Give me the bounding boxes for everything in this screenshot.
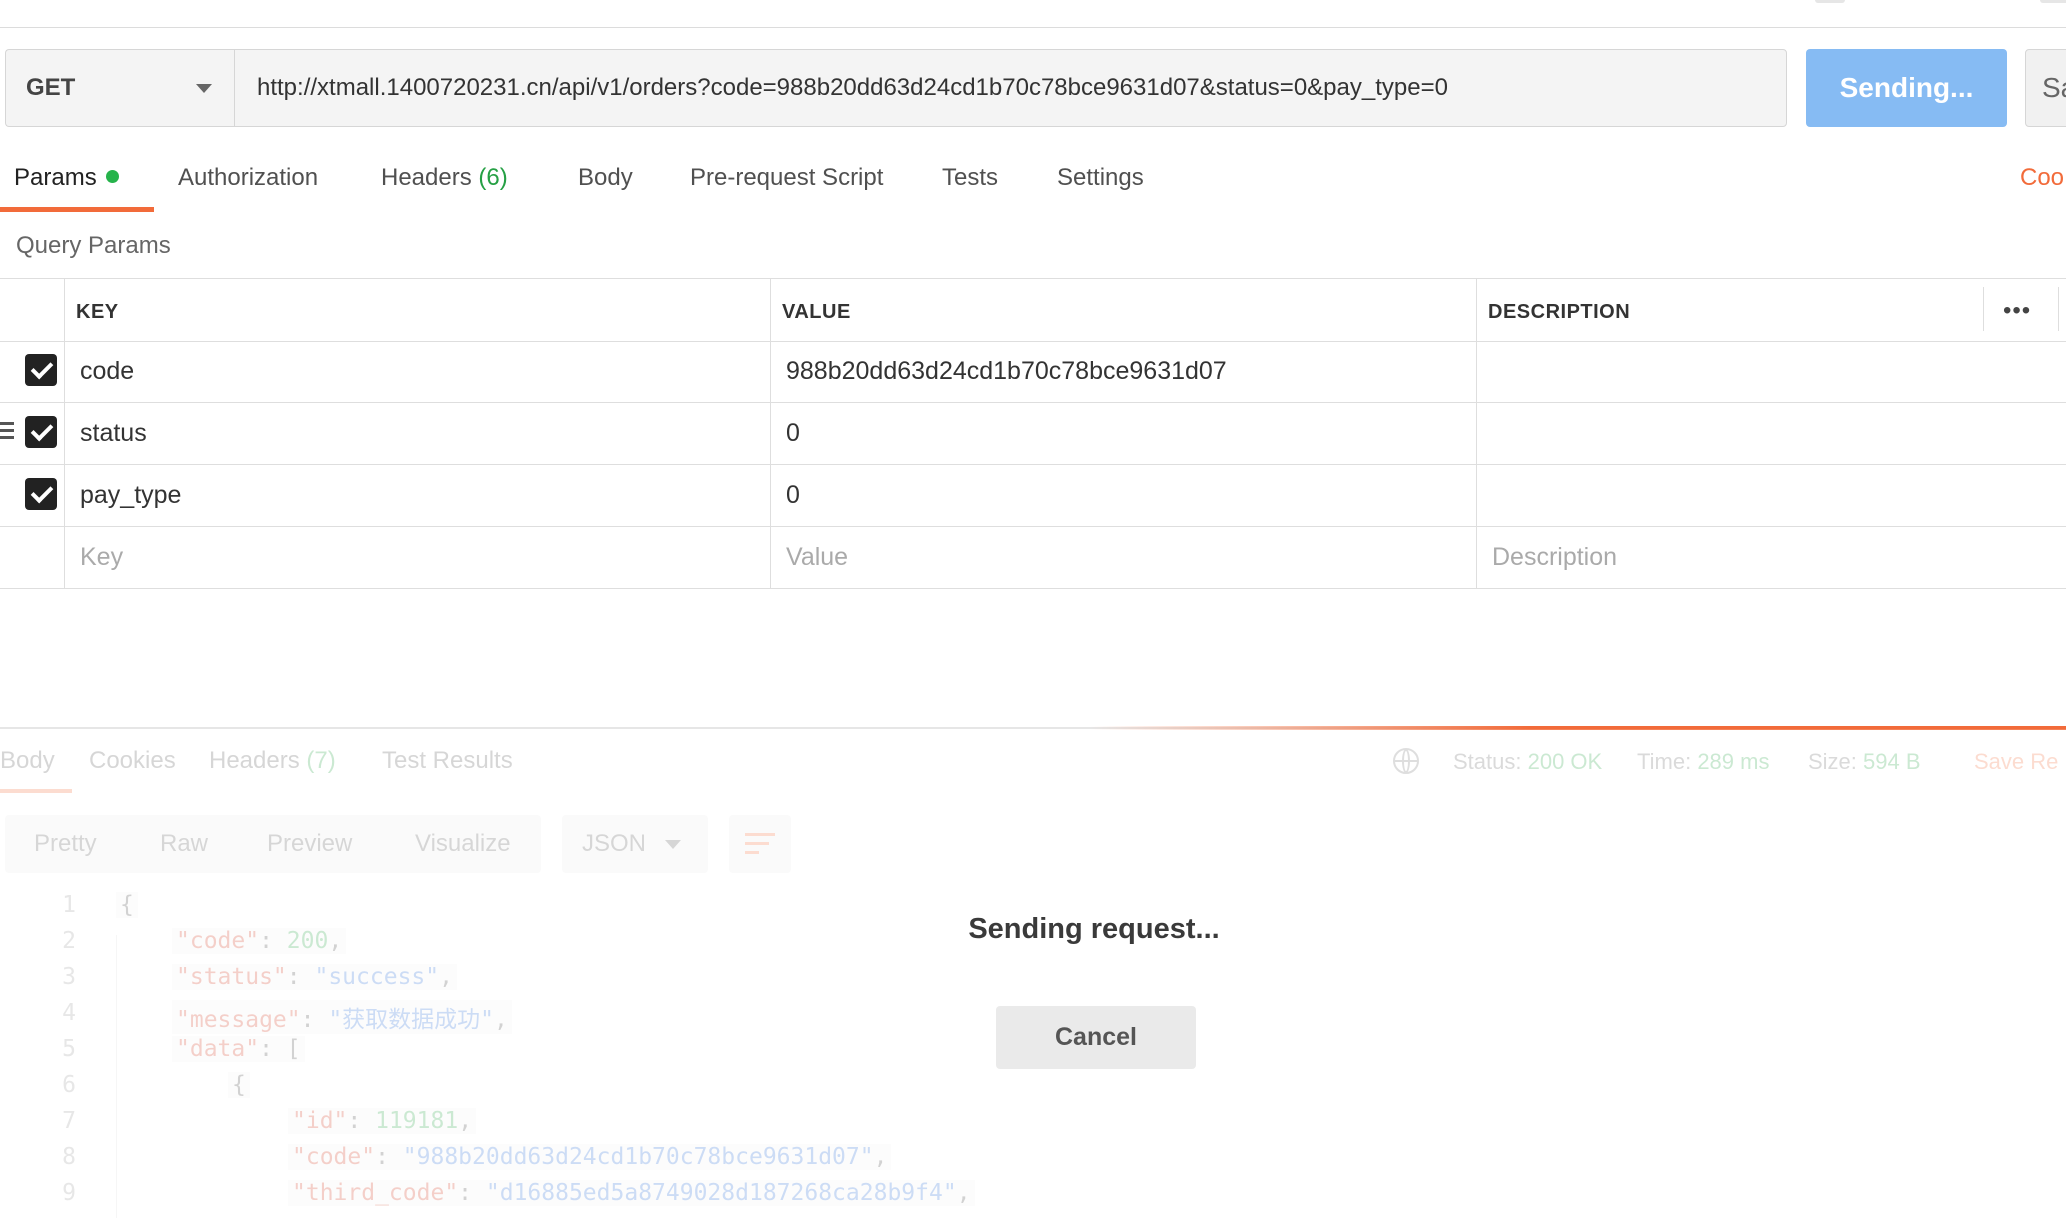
new-description-input[interactable]: Description [1492, 543, 1617, 572]
table-row: pay_type 0 [0, 464, 2066, 527]
table-row: code 988b20dd63d24cd1b70c78bce9631d07 [0, 340, 2066, 403]
column-divider [64, 278, 65, 588]
param-value[interactable]: 0 [786, 481, 800, 510]
new-key-input[interactable]: Key [80, 543, 123, 572]
send-button[interactable]: Sending... [1806, 49, 2007, 127]
headers-count-badge: (6) [478, 164, 508, 191]
save-button[interactable]: Sa [2025, 49, 2066, 127]
top-strip-tab-edge [1815, 0, 1845, 3]
table-header-row: KEY VALUE DESCRIPTION ••• [0, 278, 2066, 342]
column-divider [1476, 278, 1477, 588]
tab-body[interactable]: Body [578, 164, 633, 192]
param-key[interactable]: code [80, 357, 134, 386]
table-row: status 0 [0, 402, 2066, 465]
param-value[interactable]: 988b20dd63d24cd1b70c78bce9631d07 [786, 357, 1227, 386]
row-checkbox[interactable] [25, 416, 57, 448]
param-value[interactable]: 0 [786, 419, 800, 448]
tab-authorization[interactable]: Authorization [178, 164, 318, 192]
tab-prerequest-script[interactable]: Pre-request Script [690, 164, 883, 192]
params-active-dot-icon [105, 170, 119, 184]
column-header-key: KEY [76, 301, 119, 323]
param-key[interactable]: status [80, 419, 147, 448]
column-header-value: VALUE [782, 301, 851, 323]
cookies-link[interactable]: Coo [2020, 164, 2064, 192]
column-divider [2058, 287, 2059, 331]
url-input[interactable]: http://xtmall.1400720231.cn/api/v1/order… [234, 49, 1787, 127]
query-params-title: Query Params [16, 232, 171, 259]
sending-overlay [0, 729, 2066, 1218]
chevron-down-icon [196, 84, 212, 93]
top-strip-tab-edge [2040, 0, 2066, 3]
table-row-new: Key Value Description [0, 526, 2066, 589]
method-select[interactable]: GET [5, 49, 234, 127]
cancel-request-button[interactable]: Cancel [996, 1006, 1196, 1069]
new-value-input[interactable]: Value [786, 543, 848, 572]
active-tab-indicator [0, 207, 154, 212]
column-divider [770, 278, 771, 588]
tab-tests[interactable]: Tests [942, 164, 998, 192]
drag-handle-icon[interactable] [0, 422, 14, 442]
tab-settings[interactable]: Settings [1057, 164, 1144, 192]
tab-params-label: Params [14, 164, 97, 191]
column-header-description: DESCRIPTION [1488, 301, 1631, 323]
row-checkbox[interactable] [25, 354, 57, 386]
column-divider [1983, 287, 1984, 331]
sending-request-message: Sending request... [968, 913, 1220, 945]
tab-headers-label: Headers [381, 164, 472, 191]
method-label: GET [26, 74, 76, 101]
tab-params[interactable]: Params [14, 164, 119, 192]
more-options-icon[interactable]: ••• [2003, 297, 2031, 325]
param-key[interactable]: pay_type [80, 481, 181, 510]
window-top-strip [0, 0, 2066, 28]
tab-headers[interactable]: Headers (6) [381, 164, 508, 192]
row-checkbox[interactable] [25, 478, 57, 510]
